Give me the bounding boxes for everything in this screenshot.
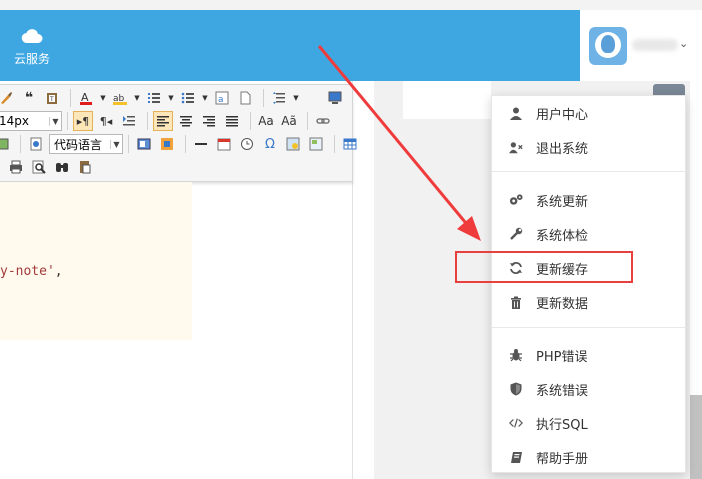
annotation-arrow — [317, 45, 481, 241]
screen: 云服务 ⌄ ❝ T A ▼ ab ▼ ▼ ▼ a ▼ 14px ▼ ▸¶ ¶◂ … — [0, 0, 702, 479]
